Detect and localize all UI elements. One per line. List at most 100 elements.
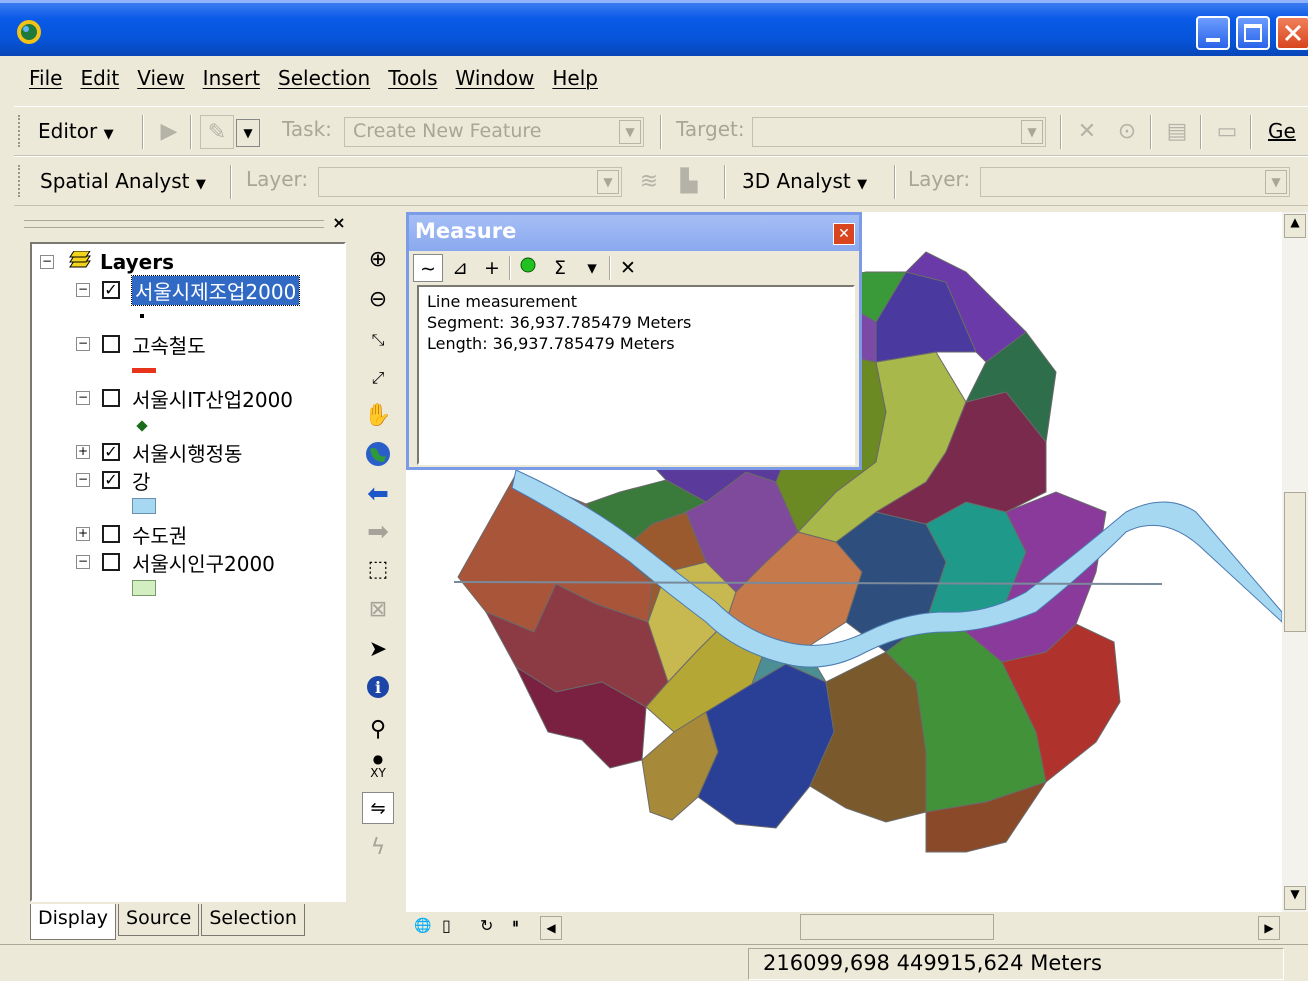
pan-icon[interactable]: ✋ (362, 400, 394, 432)
layer-row[interactable]: − 서울시IT산업2000 (76, 384, 293, 412)
georeferencing-menu[interactable]: Ge (1268, 119, 1296, 143)
menu-window[interactable]: Window (447, 62, 544, 102)
layer-row[interactable]: − ✓ 서울시제조업2000 (76, 274, 301, 306)
layer-checkbox[interactable]: ✓ (102, 443, 120, 461)
sketch-tool-icon[interactable]: ✎ (200, 115, 234, 149)
tab-display[interactable]: Display (30, 904, 117, 940)
collapse-icon[interactable]: − (76, 473, 90, 487)
layer-name[interactable]: 서울시제조업2000 (130, 274, 301, 306)
layer-row[interactable]: + ✓ 서울시행정동 (76, 438, 242, 466)
scroll-thumb[interactable] (1284, 492, 1306, 632)
histogram-icon[interactable]: ▙ (672, 165, 706, 199)
layer-name[interactable]: 강 (132, 466, 150, 495)
layer-row[interactable]: − ✓ 강 (76, 466, 150, 494)
go-to-xy-icon[interactable]: ● XY (362, 752, 394, 784)
tab-selection[interactable]: Selection (201, 904, 305, 936)
editor-menu-button[interactable]: Editor ▼ (38, 119, 114, 143)
clear-selection-icon[interactable]: ⊠ (362, 594, 394, 626)
menu-insert[interactable]: Insert (194, 62, 269, 102)
sum-icon[interactable]: Σ (545, 254, 575, 282)
collapse-icon[interactable]: − (76, 337, 90, 351)
scroll-down-icon[interactable]: ▼ (1284, 886, 1306, 910)
collapse-icon[interactable]: − (76, 283, 90, 297)
toc-root[interactable]: − Layers (40, 248, 174, 276)
scroll-up-icon[interactable]: ▲ (1284, 214, 1306, 238)
tab-source[interactable]: Source (118, 904, 200, 936)
zoom-in-icon[interactable]: ⊕ (362, 244, 394, 276)
pause-icon[interactable]: ⏸ (512, 916, 519, 932)
measure-icon[interactable]: ⇋ (362, 792, 394, 824)
3d-layer-combo[interactable]: ▼ (980, 167, 1290, 197)
menu-tools[interactable]: Tools (379, 62, 446, 102)
menu-help[interactable]: Help (543, 62, 607, 102)
sketch-dropdown-icon[interactable]: ▼ (236, 119, 260, 147)
sketch-properties-icon[interactable]: ▭ (1210, 115, 1244, 149)
measure-close-icon[interactable]: ✕ (833, 223, 855, 245)
expand-icon[interactable]: + (76, 527, 90, 541)
layer-row[interactable]: − 고속철도 (76, 330, 206, 358)
collapse-icon[interactable]: − (76, 391, 90, 405)
spatial-analyst-menu[interactable]: Spatial Analyst ▼ (40, 169, 206, 193)
layer-checkbox[interactable] (102, 335, 120, 353)
minimize-button[interactable] (1196, 16, 1230, 50)
select-features-icon[interactable]: ⬚ (362, 554, 394, 586)
toolbar-grip[interactable] (18, 115, 22, 147)
snapping-icon[interactable] (513, 254, 543, 282)
edit-tool-icon[interactable]: ▶ (152, 115, 186, 149)
zoom-out-icon[interactable]: ⊖ (362, 284, 394, 316)
measure-title-bar[interactable]: Measure (409, 215, 859, 251)
close-button[interactable] (1276, 16, 1308, 50)
layer-checkbox[interactable]: ✓ (102, 281, 120, 299)
layout-view-icon[interactable]: ▯ (442, 916, 451, 935)
attributes-icon[interactable]: ▤ (1160, 115, 1194, 149)
layer-row[interactable]: + 수도권 (76, 520, 187, 548)
units-icon[interactable]: ▾ (577, 254, 607, 282)
forward-extent-icon[interactable]: ➡ (362, 516, 394, 548)
layer-checkbox[interactable] (102, 525, 120, 543)
task-combo[interactable]: Create New Feature ▼ (344, 117, 644, 147)
find-icon[interactable]: ⚲ (362, 714, 394, 746)
menu-view[interactable]: View (128, 62, 193, 102)
full-extent-icon[interactable] (362, 440, 394, 472)
split-tool-icon[interactable]: ✕ (1070, 115, 1104, 149)
layer-checkbox[interactable] (102, 389, 120, 407)
layer-checkbox[interactable] (102, 553, 120, 571)
toc-grip[interactable] (24, 220, 324, 228)
layer-name[interactable]: 서울시인구2000 (132, 548, 275, 577)
scroll-left-icon[interactable]: ◀ (540, 916, 562, 940)
refresh-icon[interactable]: ↻ (480, 916, 493, 935)
layer-name[interactable]: 서울시행정동 (132, 438, 242, 467)
layer-name[interactable]: 서울시IT산업2000 (132, 384, 293, 413)
clear-icon[interactable]: ✕ (613, 254, 643, 282)
layer-name[interactable]: 수도권 (132, 520, 187, 549)
spatial-layer-combo[interactable]: ▼ (318, 167, 622, 197)
collapse-icon[interactable]: − (76, 555, 90, 569)
target-combo[interactable]: ▼ (752, 117, 1046, 147)
hscroll-thumb[interactable] (800, 914, 994, 940)
layer-row[interactable]: − 서울시인구2000 (76, 548, 275, 576)
menu-file[interactable]: File (20, 62, 71, 102)
back-extent-icon[interactable]: ⬅ (362, 478, 394, 510)
menu-edit[interactable]: Edit (71, 62, 128, 102)
identify-icon[interactable]: i (362, 674, 394, 706)
select-elements-icon[interactable]: ➤ (362, 634, 394, 666)
layer-name[interactable]: 고속철도 (132, 330, 206, 359)
globe-icon[interactable] (14, 17, 44, 47)
fixed-zoom-out-icon[interactable]: ⤢ (362, 362, 394, 394)
collapse-icon[interactable]: − (40, 255, 54, 269)
hyperlink-icon[interactable]: ϟ (362, 832, 394, 864)
toc-close-icon[interactable]: × (330, 214, 348, 232)
measure-feature-icon[interactable]: + (477, 254, 507, 282)
fixed-zoom-in-icon[interactable]: ⤡ (362, 324, 394, 356)
measure-area-icon[interactable]: ⊿ (445, 254, 475, 282)
data-view-icon[interactable]: 🌐 (414, 918, 431, 934)
menu-selection[interactable]: Selection (269, 62, 379, 102)
measure-line-icon[interactable]: ∼ (413, 254, 443, 282)
title-bar[interactable] (0, 0, 1308, 56)
3d-analyst-menu[interactable]: 3D Analyst ▼ (742, 169, 867, 193)
layer-checkbox[interactable]: ✓ (102, 471, 120, 489)
maximize-button[interactable] (1236, 16, 1270, 50)
scroll-right-icon[interactable]: ▶ (1258, 916, 1280, 940)
map-vertical-scrollbar[interactable]: ▲ ▼ (1282, 212, 1308, 912)
contour-icon[interactable]: ≋ (632, 165, 666, 199)
